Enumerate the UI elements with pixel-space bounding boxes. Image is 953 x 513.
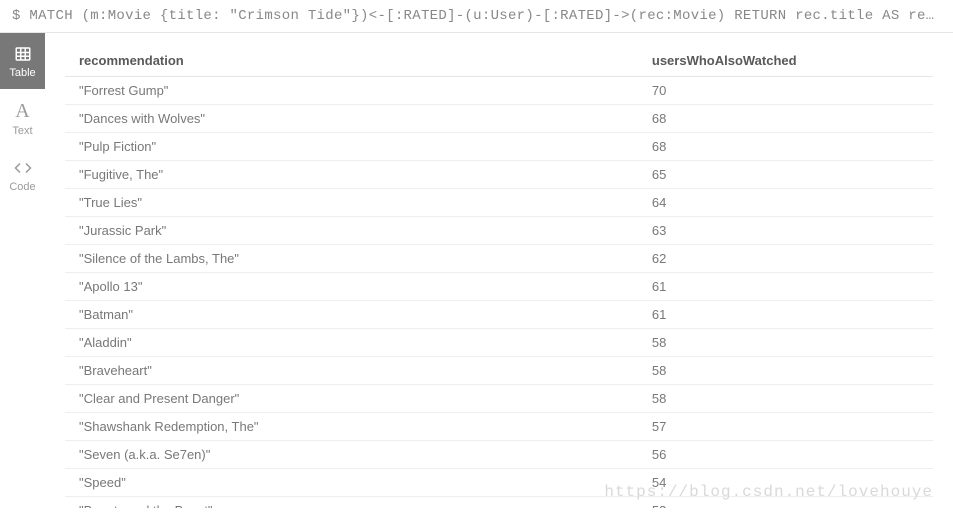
table-row[interactable]: "Jurassic Park"63 bbox=[65, 217, 933, 245]
cell-recommendation: "Batman" bbox=[65, 301, 638, 329]
cell-userswhoalsowatched: 65 bbox=[638, 161, 933, 189]
sidebar-item-label: Table bbox=[9, 67, 35, 79]
cell-userswhoalsowatched: 64 bbox=[638, 189, 933, 217]
cell-userswhoalsowatched: 58 bbox=[638, 357, 933, 385]
content-wrapper: Table A Text Code recommendation usersWh… bbox=[0, 33, 953, 508]
table-row[interactable]: "Silence of the Lambs, The"62 bbox=[65, 245, 933, 273]
cell-recommendation: "Jurassic Park" bbox=[65, 217, 638, 245]
cell-userswhoalsowatched: 53 bbox=[638, 497, 933, 509]
cell-recommendation: "Braveheart" bbox=[65, 357, 638, 385]
table-row[interactable]: "Aladdin"58 bbox=[65, 329, 933, 357]
column-header-recommendation[interactable]: recommendation bbox=[65, 45, 638, 77]
table-row[interactable]: "Braveheart"58 bbox=[65, 357, 933, 385]
cell-userswhoalsowatched: 58 bbox=[638, 329, 933, 357]
cell-recommendation: "Dances with Wolves" bbox=[65, 105, 638, 133]
cell-userswhoalsowatched: 63 bbox=[638, 217, 933, 245]
tab-text[interactable]: A Text bbox=[0, 89, 45, 147]
table-row[interactable]: "Forrest Gump"70 bbox=[65, 77, 933, 105]
cell-userswhoalsowatched: 68 bbox=[638, 133, 933, 161]
main-area: recommendation usersWhoAlsoWatched "Forr… bbox=[45, 33, 953, 508]
cell-recommendation: "Seven (a.k.a. Se7en)" bbox=[65, 441, 638, 469]
table-icon bbox=[14, 45, 32, 63]
table-row[interactable]: "Speed"54 bbox=[65, 469, 933, 497]
tab-table[interactable]: Table bbox=[0, 33, 45, 89]
cell-userswhoalsowatched: 61 bbox=[638, 301, 933, 329]
query-text: $ MATCH (m:Movie {title: "Crimson Tide"}… bbox=[12, 8, 953, 24]
table-row[interactable]: "Seven (a.k.a. Se7en)"56 bbox=[65, 441, 933, 469]
table-row[interactable]: "Batman"61 bbox=[65, 301, 933, 329]
cell-recommendation: "Aladdin" bbox=[65, 329, 638, 357]
code-icon bbox=[14, 159, 32, 177]
table-row[interactable]: "True Lies"64 bbox=[65, 189, 933, 217]
table-row[interactable]: "Shawshank Redemption, The"57 bbox=[65, 413, 933, 441]
cell-userswhoalsowatched: 70 bbox=[638, 77, 933, 105]
query-bar: $ MATCH (m:Movie {title: "Crimson Tide"}… bbox=[0, 0, 953, 33]
cell-userswhoalsowatched: 62 bbox=[638, 245, 933, 273]
table-row[interactable]: "Clear and Present Danger"58 bbox=[65, 385, 933, 413]
table-row[interactable]: "Apollo 13"61 bbox=[65, 273, 933, 301]
cell-recommendation: "Speed" bbox=[65, 469, 638, 497]
tab-code[interactable]: Code bbox=[0, 147, 45, 203]
cell-recommendation: "True Lies" bbox=[65, 189, 638, 217]
column-header-userswhoalsowatched[interactable]: usersWhoAlsoWatched bbox=[638, 45, 933, 77]
cell-userswhoalsowatched: 54 bbox=[638, 469, 933, 497]
cell-userswhoalsowatched: 57 bbox=[638, 413, 933, 441]
cell-recommendation: "Fugitive, The" bbox=[65, 161, 638, 189]
cell-userswhoalsowatched: 68 bbox=[638, 105, 933, 133]
result-table: recommendation usersWhoAlsoWatched "Forr… bbox=[65, 45, 933, 508]
sidebar-item-label: Text bbox=[12, 125, 32, 137]
cell-recommendation: "Shawshank Redemption, The" bbox=[65, 413, 638, 441]
table-row[interactable]: "Pulp Fiction"68 bbox=[65, 133, 933, 161]
table-row[interactable]: "Fugitive, The"65 bbox=[65, 161, 933, 189]
sidebar: Table A Text Code bbox=[0, 33, 45, 508]
cell-userswhoalsowatched: 56 bbox=[638, 441, 933, 469]
cell-recommendation: "Beauty and the Beast" bbox=[65, 497, 638, 509]
table-row[interactable]: "Dances with Wolves"68 bbox=[65, 105, 933, 133]
cell-recommendation: "Clear and Present Danger" bbox=[65, 385, 638, 413]
cell-userswhoalsowatched: 58 bbox=[638, 385, 933, 413]
cell-recommendation: "Forrest Gump" bbox=[65, 77, 638, 105]
cell-recommendation: "Silence of the Lambs, The" bbox=[65, 245, 638, 273]
sidebar-item-label: Code bbox=[9, 181, 35, 193]
cell-userswhoalsowatched: 61 bbox=[638, 273, 933, 301]
table-row[interactable]: "Beauty and the Beast"53 bbox=[65, 497, 933, 509]
cell-recommendation: "Apollo 13" bbox=[65, 273, 638, 301]
text-icon: A bbox=[15, 101, 29, 121]
cell-recommendation: "Pulp Fiction" bbox=[65, 133, 638, 161]
